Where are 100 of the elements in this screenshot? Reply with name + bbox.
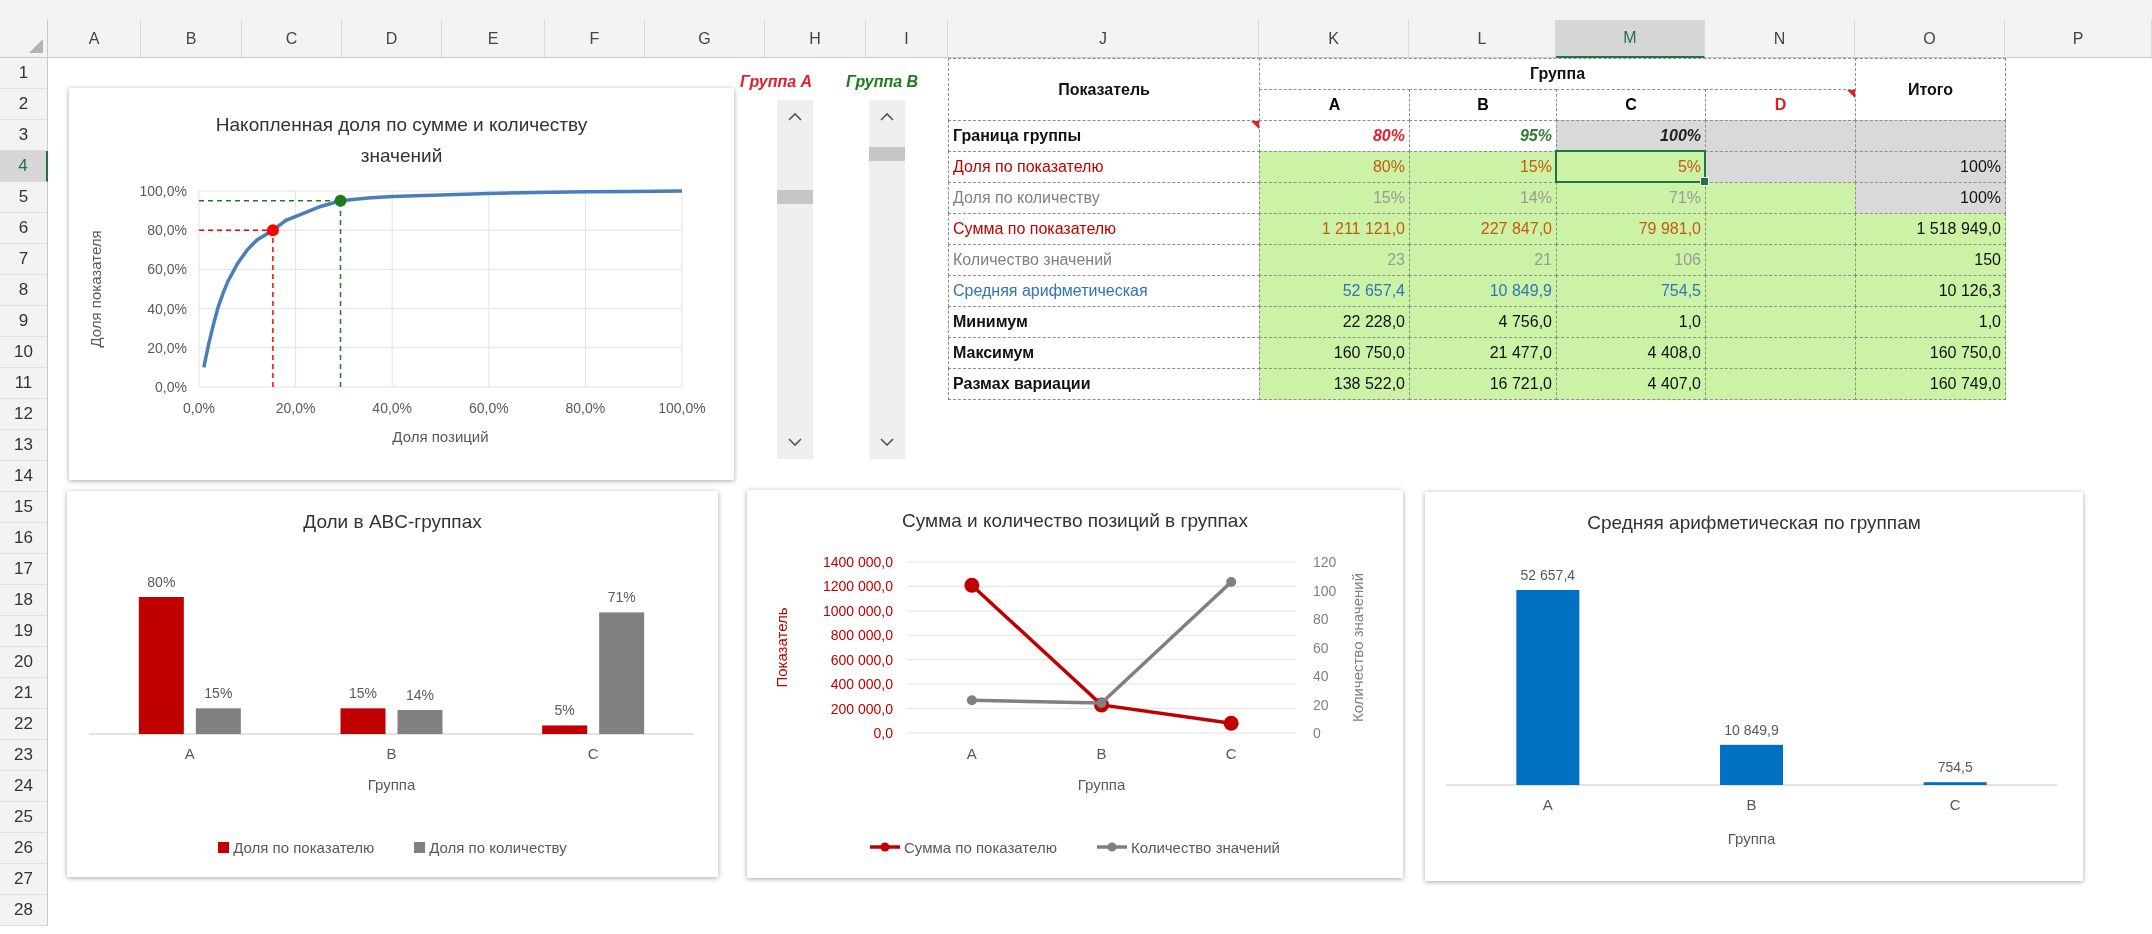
- chevron-down-icon[interactable]: [788, 438, 802, 447]
- table-cell: 52 657,4: [1259, 275, 1410, 307]
- column-header[interactable]: E: [442, 20, 545, 58]
- row-header[interactable]: 4: [0, 151, 48, 182]
- table-header-text: D: [1774, 96, 1787, 114]
- column-header[interactable]: P: [2005, 20, 2152, 58]
- row-header[interactable]: 8: [0, 275, 48, 306]
- scroll-thumb[interactable]: [777, 189, 813, 204]
- table-header-text: B: [1477, 96, 1489, 114]
- row-label: Минимум: [953, 313, 1028, 331]
- row-label: Доля по количеству: [953, 189, 1100, 207]
- scroll-thumb[interactable]: [869, 146, 905, 161]
- table-cell: 10 849,9: [1409, 275, 1557, 307]
- column-header[interactable]: D: [342, 20, 442, 58]
- row-header[interactable]: 6: [0, 213, 48, 244]
- axis-label: A: [1542, 796, 1553, 813]
- tick-label: 80,0%: [565, 400, 606, 416]
- table-cell: 79 981,0: [1556, 213, 1706, 245]
- control-label: Группа A: [740, 73, 813, 91]
- row-header[interactable]: 27: [0, 864, 48, 895]
- table-cell: 1 211 121,0: [1259, 213, 1410, 245]
- chart-title: Накопленная доля по сумме и количеству значений: [214, 113, 589, 168]
- tick-label: 60,0%: [147, 261, 187, 278]
- data-label: 754,5: [1937, 759, 1973, 776]
- row-header[interactable]: 14: [0, 461, 48, 492]
- row-header[interactable]: 22: [0, 709, 48, 740]
- scroll-bar[interactable]: [777, 100, 813, 459]
- legend-label: Количество значений: [1130, 838, 1280, 856]
- column-header[interactable]: N: [1705, 20, 1855, 58]
- legend-label: Сумма по показателю: [904, 838, 1057, 856]
- row-header[interactable]: 11: [0, 368, 48, 399]
- table-cell: 100%: [1855, 151, 2006, 183]
- table-cell: 14%: [1409, 182, 1557, 214]
- scroll-bar[interactable]: [869, 100, 905, 459]
- column-header[interactable]: J: [948, 20, 1259, 58]
- row-header[interactable]: 3: [0, 120, 48, 151]
- row-header[interactable]: 2: [0, 89, 48, 120]
- table-cell: 100%: [1855, 182, 2006, 214]
- chart-title: Сумма и количество позиций в группах: [902, 509, 1248, 533]
- tick-label: 60: [1313, 639, 1329, 656]
- axis-label: A: [184, 745, 195, 762]
- tick-label: 1400 000,0: [822, 554, 893, 570]
- row-label: Доля по показателю: [953, 158, 1104, 176]
- table-cell: 4 408,0: [1556, 337, 1706, 369]
- axis-label: A: [966, 745, 977, 762]
- data-label: 14%: [406, 687, 434, 704]
- axis-label: B: [386, 745, 397, 762]
- column-header[interactable]: F: [545, 20, 645, 58]
- table-cell: 1,0: [1556, 306, 1706, 338]
- row-header[interactable]: 17: [0, 554, 48, 585]
- row-header[interactable]: 7: [0, 244, 48, 275]
- row-header[interactable]: 12: [0, 399, 48, 430]
- chart-title: Доли в ABC-группах: [303, 510, 482, 534]
- fill-handle[interactable]: [1700, 177, 1709, 186]
- tick-label: 600 000,0: [830, 651, 893, 668]
- tick-label: 0: [1313, 725, 1321, 741]
- tick-label: 40: [1313, 668, 1329, 684]
- row-header[interactable]: 9: [0, 306, 48, 337]
- row-header[interactable]: 10: [0, 337, 48, 368]
- chevron-up-icon[interactable]: [788, 112, 802, 121]
- row-header[interactable]: 25: [0, 802, 48, 833]
- column-header[interactable]: M: [1556, 20, 1705, 58]
- row-header[interactable]: 18: [0, 585, 48, 616]
- row-header[interactable]: 1: [0, 58, 48, 89]
- legend-label: Доля по показателю: [233, 838, 375, 856]
- column-header[interactable]: A: [48, 20, 141, 58]
- row-header[interactable]: 13: [0, 430, 48, 461]
- chevron-down-icon[interactable]: [880, 438, 894, 447]
- column-header[interactable]: G: [645, 20, 765, 58]
- tick-label: 200 000,0: [830, 700, 893, 717]
- table-cell: 15%: [1409, 151, 1557, 183]
- row-header[interactable]: 23: [0, 740, 48, 771]
- row-header[interactable]: 16: [0, 523, 48, 554]
- legend-label: Доля по количеству: [429, 838, 567, 856]
- column-header[interactable]: H: [765, 20, 866, 58]
- tick-label: 100: [1313, 582, 1337, 599]
- column-header[interactable]: I: [866, 20, 948, 58]
- row-header[interactable]: 26: [0, 833, 48, 864]
- table-header: Группа: [1259, 58, 1856, 90]
- row-header[interactable]: 24: [0, 771, 48, 802]
- row-label: Количество значений: [953, 251, 1113, 269]
- row-header[interactable]: 28: [0, 895, 48, 926]
- row-header[interactable]: 21: [0, 678, 48, 709]
- column-header[interactable]: K: [1259, 20, 1409, 58]
- row-header[interactable]: 19: [0, 616, 48, 647]
- column-header[interactable]: C: [242, 20, 342, 58]
- axis-title: Доля показателя: [87, 230, 104, 348]
- chevron-up-icon[interactable]: [880, 112, 894, 121]
- axis-label: C: [1949, 796, 1961, 813]
- column-header[interactable]: L: [1409, 20, 1556, 58]
- tick-label: 40,0%: [147, 300, 187, 317]
- table-cell: 227 847,0: [1409, 213, 1557, 245]
- row-header[interactable]: 15: [0, 492, 48, 523]
- column-header[interactable]: O: [1855, 20, 2005, 58]
- column-header[interactable]: B: [141, 20, 242, 58]
- tick-label: 0,0%: [183, 400, 215, 416]
- row-header[interactable]: 5: [0, 182, 48, 213]
- tick-label: 80: [1313, 611, 1329, 627]
- row-header[interactable]: 20: [0, 647, 48, 678]
- table-cell: 21 477,0: [1409, 337, 1557, 369]
